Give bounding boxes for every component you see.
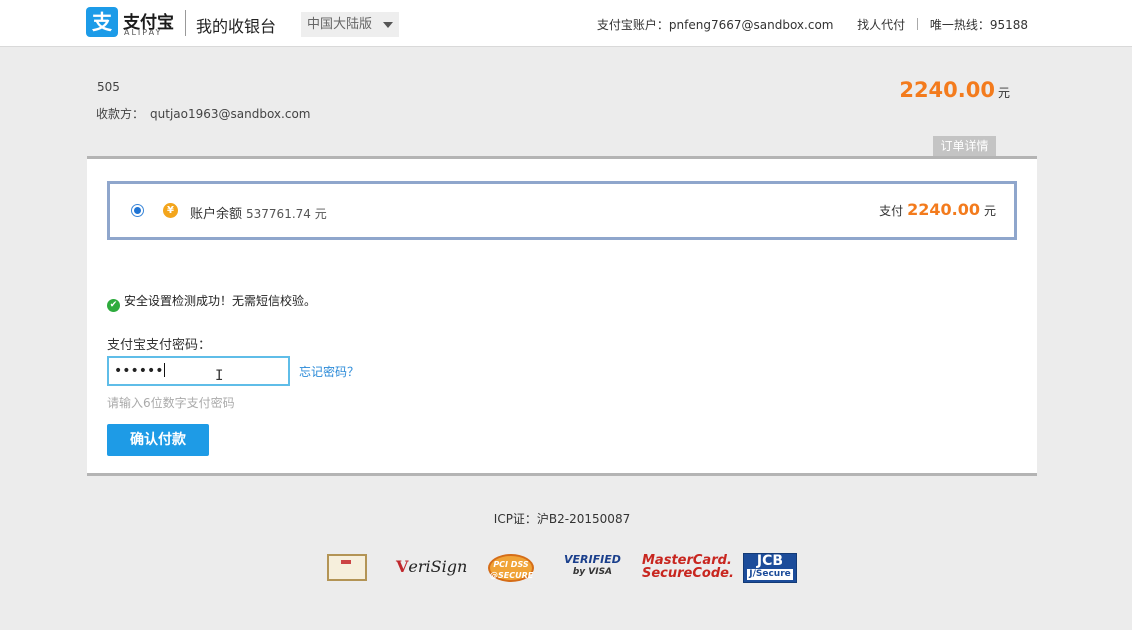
check-icon: ✔ <box>107 299 120 312</box>
certificate-badge-icon[interactable] <box>327 554 367 581</box>
verisign-v: V <box>396 557 409 576</box>
order-id: 505 <box>97 80 120 94</box>
securecode-text: SecureCode. <box>642 566 734 581</box>
proxy-pay-link[interactable]: 找人代付 <box>857 16 905 33</box>
payee-info: 收款方： qutjao1963@sandbox.com <box>96 105 310 122</box>
payee-email: qutjao1963@sandbox.com <box>150 107 311 121</box>
divider <box>916 18 918 30</box>
visa-by-text: by VISA <box>572 567 613 577</box>
visa-verified-text: VERIFIED <box>564 553 621 566</box>
region-label: 中国大陆版 <box>307 17 373 32</box>
alipay-logo-mark: 支 <box>86 7 118 37</box>
pay-amount-value: 2240.00 <box>907 200 980 219</box>
header-divider <box>185 10 186 36</box>
confirm-payment-button[interactable]: 确认付款 <box>107 424 209 456</box>
hotline: 唯一热线：95188 <box>929 18 1028 32</box>
logo-text-en: ALIPAY <box>124 28 163 37</box>
alipay-logo[interactable]: 支 支付宝 ALIPAY <box>86 7 178 39</box>
page-title: 我的收银台 <box>196 17 277 36</box>
verified-by-visa-badge[interactable]: VERIFIED by VISA <box>564 554 621 586</box>
order-amount: 2240.00 元 <box>899 78 1010 102</box>
pci-dss-badge[interactable]: PCI DSS @SECURE <box>488 554 534 582</box>
balance-value: 537761.74 元 <box>246 207 327 221</box>
balance-info: 账户余额 537761.74 元 <box>190 203 327 222</box>
text-cursor-icon: I <box>215 368 224 384</box>
header-account-info: 支付宝账户：pnfeng7667@sandbox.com 找人代付 唯一热线：9… <box>597 16 1028 33</box>
icp-license: ICP证：沪B2-20150087 <box>493 512 631 526</box>
security-ok-text: 安全设置检测成功！无需短信校验。 <box>124 294 317 308</box>
region-selector[interactable]: 中国大陆版 <box>301 12 399 37</box>
chevron-down-icon <box>383 22 393 28</box>
jcb-jsecure-badge[interactable]: JCB J/Secure <box>743 553 797 583</box>
text-caret <box>163 363 165 377</box>
top-bar: 支 支付宝 ALIPAY 我的收银台 中国大陆版 支付宝账户：pnfeng766… <box>0 0 1132 47</box>
password-hint: 请输入6位数字支付密码 <box>107 396 235 410</box>
account-email: pnfeng7667@sandbox.com <box>668 18 834 32</box>
verisign-badge[interactable]: VeriSign <box>396 557 467 589</box>
mastercard-securecode-badge[interactable]: MasterCard. SecureCode. <box>642 554 734 586</box>
pci-dss-text: PCI DSS <box>493 560 529 569</box>
payee-label: 收款方： <box>96 107 145 121</box>
balance-label: 账户余额 <box>190 207 243 222</box>
account-label: 支付宝账户： <box>596 18 669 32</box>
pci-secure-text: @SECURE <box>490 571 534 580</box>
order-amount-unit: 元 <box>997 86 1010 100</box>
password-label: 支付宝支付密码： <box>107 338 212 353</box>
jsecure-text: J/Secure <box>747 569 793 580</box>
jcb-text: JCB <box>756 553 784 569</box>
payment-method-radio[interactable] <box>131 204 144 217</box>
payment-panel: ¥ 账户余额 537761.74 元 支付 2240.00 元 ✔ 安全设置检测成功！无… <box>87 156 1037 476</box>
pay-amount-info: 支付 2240.00 元 <box>879 200 996 219</box>
order-detail-tab[interactable]: 订单详情 <box>933 136 996 157</box>
forgot-password-link[interactable]: 忘记密码？ <box>299 363 359 380</box>
pay-amount-unit: 元 <box>983 204 996 218</box>
verisign-text: eriSign <box>408 557 468 576</box>
security-check-message: ✔ 安全设置检测成功！无需短信校验。 <box>107 292 316 312</box>
yuan-coin-icon: ¥ <box>163 203 178 218</box>
password-mask: •••••• <box>114 363 164 379</box>
pay-label: 支付 <box>879 204 904 218</box>
payment-method-balance[interactable]: ¥ 账户余额 537761.74 元 支付 2240.00 元 <box>107 181 1017 240</box>
order-amount-value: 2240.00 <box>899 78 995 102</box>
password-input[interactable]: •••••• <box>107 356 290 386</box>
